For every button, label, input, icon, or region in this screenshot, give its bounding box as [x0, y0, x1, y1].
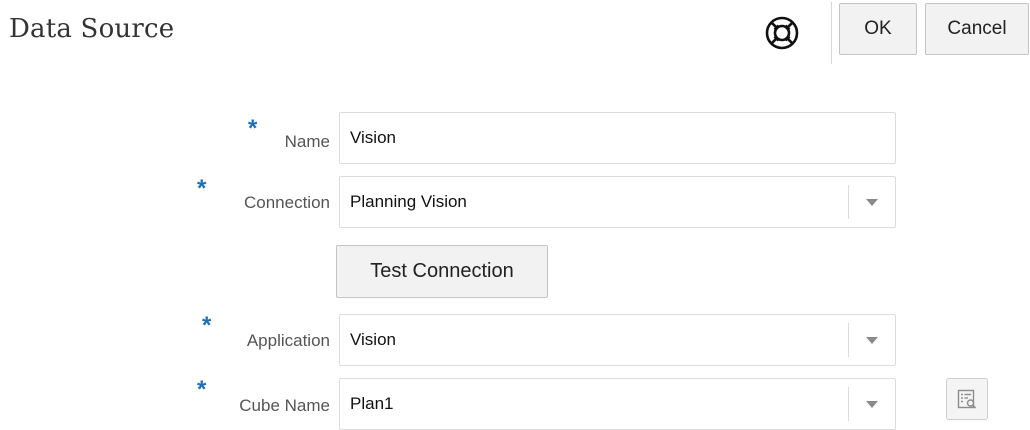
- lifebuoy-icon[interactable]: [763, 14, 801, 52]
- page-title: Data Source: [9, 14, 175, 44]
- name-label: Name: [284, 132, 330, 151]
- cube-name-label: Cube Name: [239, 396, 330, 415]
- required-marker: *: [248, 115, 258, 142]
- ok-button[interactable]: OK: [839, 3, 917, 55]
- chevron-down-icon[interactable]: [849, 315, 895, 365]
- toolbar-divider: [831, 2, 832, 64]
- connection-label: Connection: [243, 193, 330, 212]
- member-selector-icon[interactable]: [946, 378, 988, 420]
- chevron-down-icon[interactable]: [849, 177, 895, 227]
- cube-name-dropdown[interactable]: Plan1: [339, 378, 896, 430]
- required-marker: *: [197, 175, 207, 202]
- required-marker: *: [197, 376, 207, 403]
- name-input[interactable]: [340, 113, 895, 163]
- connection-dropdown[interactable]: Planning Vision: [339, 176, 896, 228]
- test-connection-button[interactable]: Test Connection: [336, 245, 548, 298]
- connection-value: Planning Vision: [350, 192, 467, 211]
- chevron-down-icon[interactable]: [849, 379, 895, 429]
- cancel-button[interactable]: Cancel: [925, 3, 1029, 55]
- required-marker: *: [202, 312, 212, 339]
- application-dropdown[interactable]: Vision: [339, 314, 896, 366]
- application-label: Application: [246, 331, 330, 350]
- application-value: Vision: [350, 330, 396, 349]
- name-field[interactable]: [339, 112, 896, 164]
- cube-name-value: Plan1: [350, 394, 394, 413]
